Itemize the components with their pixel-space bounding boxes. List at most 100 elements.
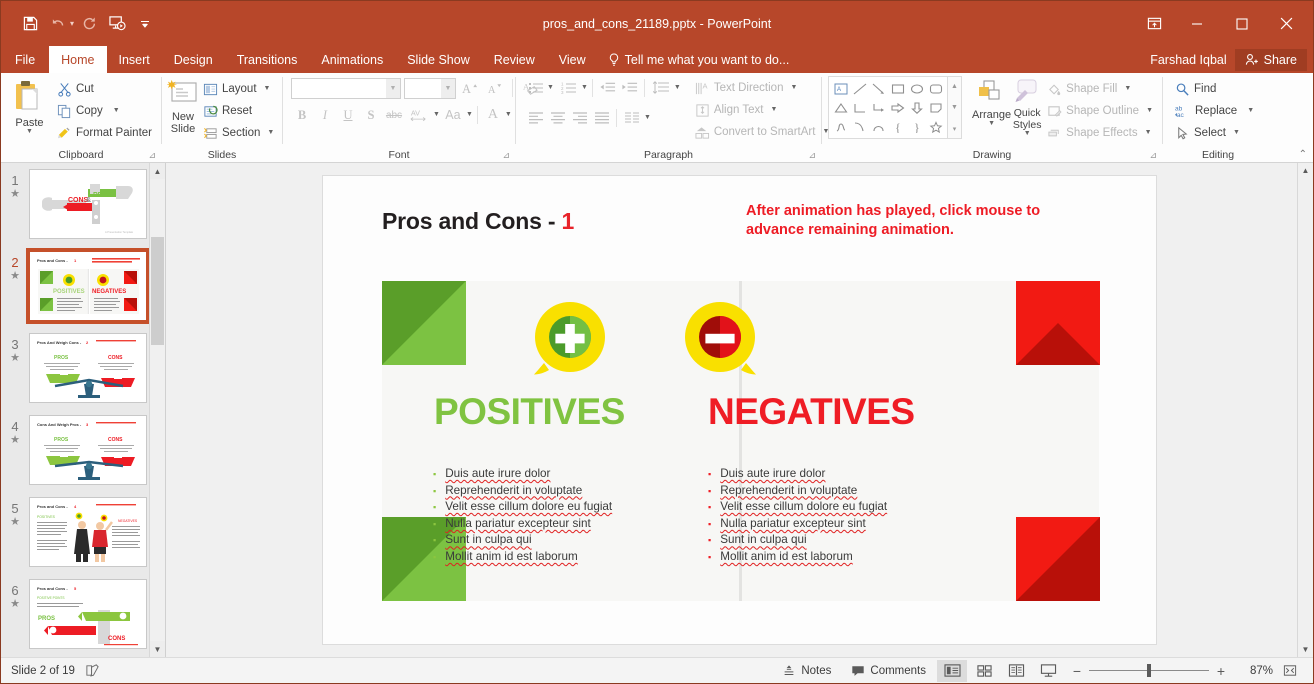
- layout-dropdown-icon[interactable]: ▼: [264, 85, 271, 92]
- find-button[interactable]: Find: [1171, 78, 1258, 100]
- shapes-gallery-scrollbar[interactable]: ▲ ▼ ▾: [948, 76, 962, 139]
- positives-bullet-list[interactable]: ▪ Duis aute irure dolor ▪ Reprehenderit in…: [433, 466, 612, 566]
- section-button[interactable]: Section ▼: [199, 122, 278, 144]
- list-item[interactable]: ▪ Duis aute irure dolor: [433, 466, 612, 483]
- thumbnail-preview[interactable]: Pros and Cons - 4 POSITIVES NEGATIVES: [29, 497, 147, 567]
- tab-slide-show[interactable]: Slide Show: [395, 46, 482, 73]
- change-case-button[interactable]: Aa: [441, 104, 465, 126]
- animation-star-icon[interactable]: ★: [1, 516, 29, 528]
- line-shape-icon[interactable]: [850, 79, 869, 98]
- tab-design[interactable]: Design: [162, 46, 225, 73]
- right-arrow-shape-icon[interactable]: [888, 98, 907, 117]
- animation-star-icon[interactable]: ★: [1, 598, 29, 610]
- thumbnail-preview[interactable]: Pros And Weigh Cons - 2 PROS CONS: [29, 333, 147, 403]
- scrollbar-thumb[interactable]: [151, 237, 164, 345]
- rounded-rectangle-shape-icon[interactable]: [926, 79, 945, 98]
- zoom-out-button[interactable]: −: [1071, 663, 1083, 679]
- paste-dropdown-icon[interactable]: ▼: [26, 128, 33, 135]
- shape-outline-dropdown-icon[interactable]: ▼: [1146, 107, 1153, 114]
- oval-shape-icon[interactable]: [907, 79, 926, 98]
- tab-review[interactable]: Review: [482, 46, 547, 73]
- left-brace-shape-icon[interactable]: {: [888, 117, 907, 136]
- animation-star-icon[interactable]: ★: [1, 352, 29, 364]
- align-text-button[interactable]: Align Text ▼: [691, 99, 834, 121]
- font-dialog-launcher[interactable]: ⊿: [502, 150, 510, 161]
- bullets-button[interactable]: [525, 78, 546, 99]
- canvas-scrollbar-track[interactable]: [1298, 178, 1313, 642]
- line-spacing-button[interactable]: [649, 78, 673, 99]
- section-dropdown-icon[interactable]: ▼: [267, 129, 274, 136]
- scroll-down-icon[interactable]: ▼: [150, 641, 165, 657]
- columns-button[interactable]: [621, 108, 643, 129]
- shapes-scroll-up-icon[interactable]: ▲: [948, 77, 961, 96]
- scrollbar-track[interactable]: [150, 179, 165, 641]
- down-arrow-shape-icon[interactable]: [907, 98, 926, 117]
- share-button[interactable]: Share: [1234, 48, 1307, 71]
- tab-insert[interactable]: Insert: [107, 46, 162, 73]
- rectangle-shape-icon[interactable]: [888, 79, 907, 98]
- tell-me-search[interactable]: Tell me what you want to do...: [598, 46, 800, 73]
- animation-star-icon[interactable]: ★: [1, 434, 29, 446]
- reset-button[interactable]: Reset: [199, 100, 278, 122]
- zoom-in-button[interactable]: +: [1215, 663, 1227, 679]
- plus-speech-bubble-icon[interactable]: [531, 300, 609, 378]
- zoom-level[interactable]: 87%: [1235, 665, 1273, 677]
- slide-indicator[interactable]: Slide 2 of 19: [11, 665, 75, 677]
- start-from-beginning-icon[interactable]: [104, 11, 130, 37]
- align-center-button[interactable]: [547, 108, 568, 129]
- negatives-heading[interactable]: NEGATIVES: [708, 391, 915, 433]
- right-brace-shape-icon[interactable]: }: [907, 117, 926, 136]
- paragraph-dialog-launcher[interactable]: ⊿: [808, 150, 816, 161]
- shape-fill-dropdown-icon[interactable]: ▼: [1124, 85, 1131, 92]
- font-size-combo[interactable]: ▼: [404, 77, 456, 99]
- select-button[interactable]: Select ▼: [1171, 122, 1258, 144]
- zoom-slider[interactable]: − +: [1065, 663, 1233, 679]
- shapes-gallery[interactable]: A {}: [828, 76, 948, 139]
- customize-quick-access-toolbar-icon[interactable]: [132, 11, 158, 37]
- list-item[interactable]: ▪ Reprehenderit in voluptate: [708, 483, 887, 500]
- green-corner-top-left[interactable]: [382, 281, 466, 365]
- text-direction-button[interactable]: A Text Direction ▼: [691, 77, 834, 99]
- increase-indent-button[interactable]: [619, 78, 640, 99]
- list-item[interactable]: ▪ Duis aute irure dolor: [708, 466, 887, 483]
- curve-shape-icon[interactable]: [850, 117, 869, 136]
- folded-corner-shape-icon[interactable]: [926, 98, 945, 117]
- font-name-dropdown-icon[interactable]: ▼: [386, 78, 400, 98]
- list-item[interactable]: ▪ Nulla pariatur excepteur sint: [708, 516, 887, 533]
- slide-surface[interactable]: Pros and Cons - 1 After animation has pl…: [323, 176, 1156, 644]
- thumbnail-preview[interactable]: Cons And Weigh Pros - 3 PROS CONS: [29, 415, 147, 485]
- thumbnail-item-3[interactable]: 3 ★ Pros And Weigh Cons - 2 PROS CONS: [1, 333, 165, 415]
- text-shadow-button[interactable]: S: [360, 104, 382, 126]
- quick-styles-button[interactable]: Quick Styles ▼: [1011, 76, 1043, 137]
- font-color-dropdown-icon[interactable]: ▼: [505, 111, 512, 118]
- slide-title[interactable]: Pros and Cons - 1: [382, 208, 574, 235]
- select-dropdown-icon[interactable]: ▼: [1233, 129, 1240, 136]
- arrow-shape-icon[interactable]: [869, 79, 888, 98]
- list-item[interactable]: ▪ Mollit anim id est laborum: [708, 549, 887, 566]
- columns-dropdown-icon[interactable]: ▼: [644, 114, 651, 121]
- tab-view[interactable]: View: [547, 46, 598, 73]
- list-item[interactable]: ▪ Sunt in culpa qui: [433, 532, 612, 549]
- reading-view-button[interactable]: [1001, 660, 1031, 682]
- notes-button[interactable]: Notes: [773, 660, 840, 682]
- red-corner-bottom-right[interactable]: [1016, 517, 1100, 601]
- ribbon-display-options-icon[interactable]: [1134, 9, 1174, 39]
- list-item[interactable]: ▪ Nulla pariatur excepteur sint: [433, 516, 612, 533]
- decrease-font-size-button[interactable]: A: [484, 77, 506, 99]
- justify-button[interactable]: [591, 108, 612, 129]
- underline-button[interactable]: U: [337, 104, 359, 126]
- tab-animations[interactable]: Animations: [309, 46, 395, 73]
- copy-button[interactable]: Copy ▼: [53, 100, 156, 122]
- paste-button[interactable]: Paste ▼: [6, 76, 53, 135]
- slide-show-view-button[interactable]: [1033, 660, 1063, 682]
- canvas-scroll-up-icon[interactable]: ▲: [1298, 163, 1313, 178]
- new-slide-button[interactable]: New Slide: [167, 76, 199, 135]
- text-direction-dropdown-icon[interactable]: ▼: [790, 84, 797, 91]
- fit-slide-to-window-button[interactable]: [1275, 660, 1305, 682]
- undo-icon[interactable]: [45, 11, 71, 37]
- clipboard-dialog-launcher[interactable]: ⊿: [148, 150, 156, 161]
- shapes-scroll-down-icon[interactable]: ▼: [948, 98, 961, 117]
- save-icon[interactable]: [17, 11, 43, 37]
- bold-button[interactable]: B: [291, 104, 313, 126]
- list-item[interactable]: ▪ Velit esse cillum dolore eu fugiat: [433, 499, 612, 516]
